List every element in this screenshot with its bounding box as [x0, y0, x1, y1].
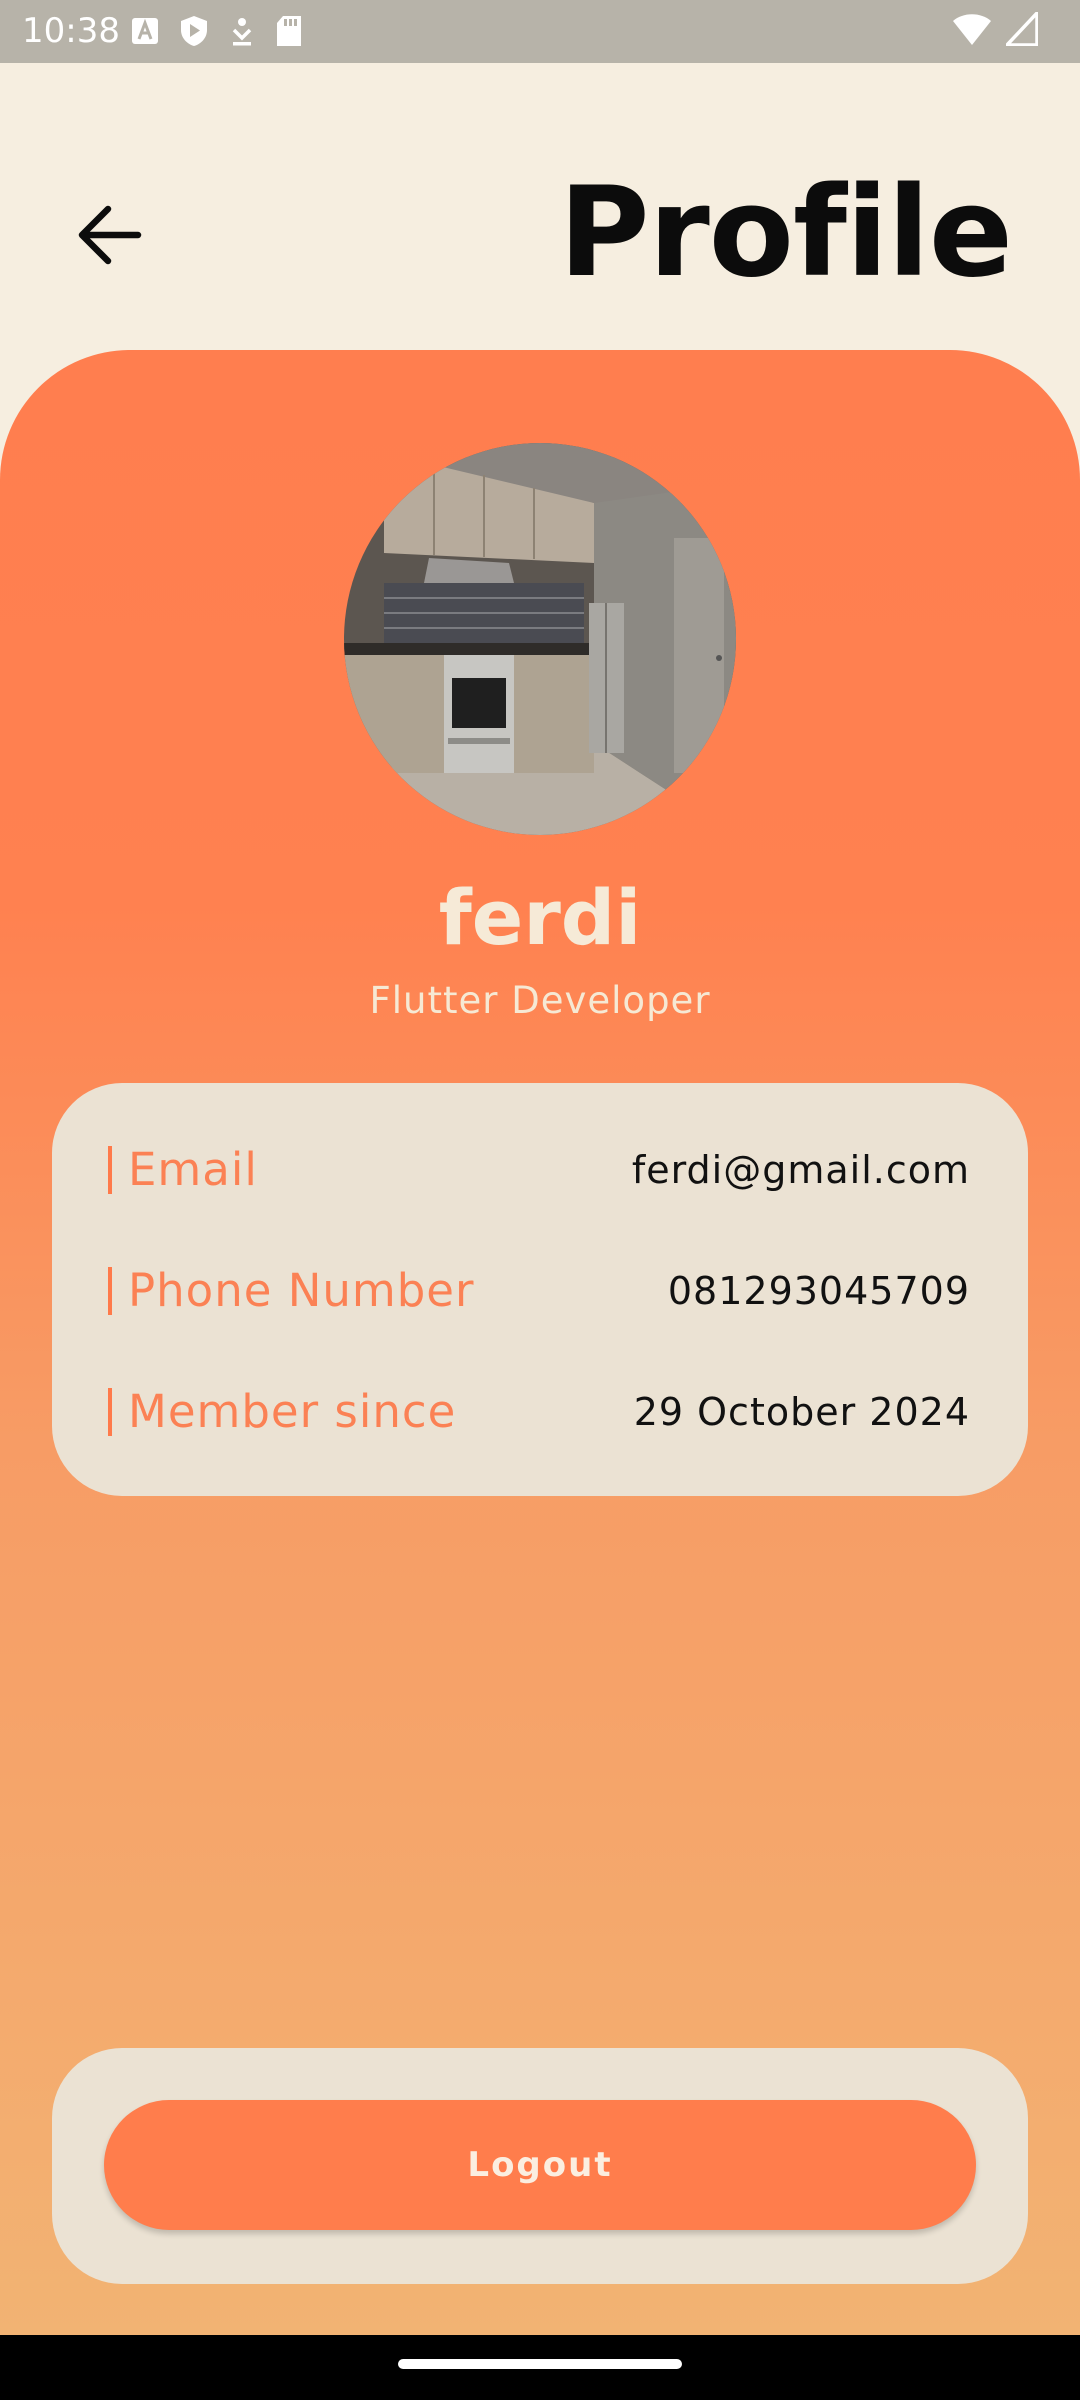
- phone-row: Phone Number 081293045709: [108, 1261, 970, 1321]
- download-icon: [232, 18, 252, 46]
- home-indicator[interactable]: [398, 2359, 682, 2369]
- a-square-icon: [132, 18, 158, 44]
- status-bar: 10:38: [0, 0, 1080, 63]
- email-label: Email: [128, 1143, 258, 1196]
- page-title: Profile: [558, 161, 1013, 305]
- arrow-left-icon: [78, 205, 142, 265]
- avatar-image: [344, 443, 736, 835]
- member-since-row: Member since 29 October 2024: [108, 1382, 970, 1442]
- email-value: ferdi@gmail.com: [631, 1148, 970, 1192]
- sd-card-icon: [277, 16, 301, 46]
- navigation-bar: [0, 2335, 1080, 2400]
- notification-icons: [132, 14, 302, 48]
- label-accent-bar: [108, 1388, 112, 1436]
- member-since-label: Member since: [128, 1385, 457, 1438]
- member-since-value: 29 October 2024: [633, 1390, 970, 1434]
- shield-icon: [181, 16, 207, 46]
- status-time: 10:38: [22, 11, 120, 51]
- info-card: Email ferdi@gmail.com Phone Number 08129…: [52, 1083, 1028, 1496]
- phone-label: Phone Number: [128, 1264, 475, 1317]
- wifi-icon: [953, 14, 991, 45]
- back-button[interactable]: [64, 190, 154, 280]
- label-accent-bar: [108, 1146, 112, 1194]
- user-name: ferdi: [438, 873, 642, 962]
- system-icons: [952, 12, 1038, 46]
- phone-value: 081293045709: [667, 1269, 970, 1313]
- label-accent-bar: [108, 1267, 112, 1315]
- logout-container: Logout: [52, 2048, 1028, 2284]
- user-role: Flutter Developer: [369, 979, 711, 1022]
- logout-button[interactable]: Logout: [104, 2100, 976, 2230]
- avatar[interactable]: [344, 443, 736, 835]
- email-row: Email ferdi@gmail.com: [108, 1140, 970, 1200]
- signal-icon: [1006, 12, 1038, 46]
